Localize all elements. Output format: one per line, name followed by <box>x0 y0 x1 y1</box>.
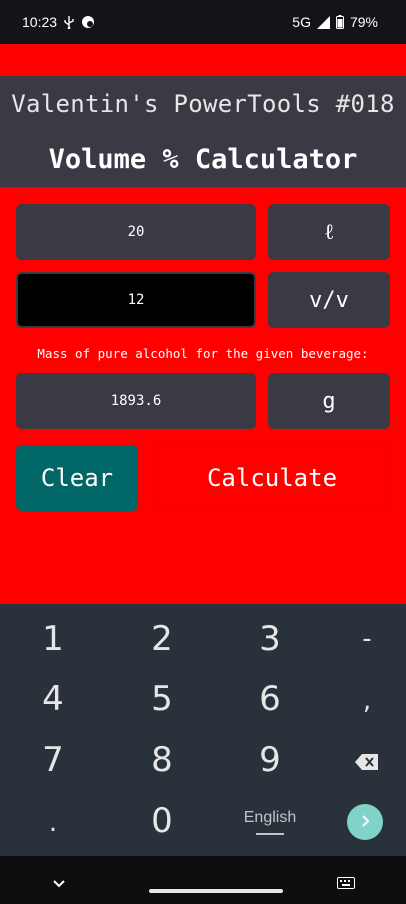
key-minus[interactable]: - <box>338 614 396 664</box>
chevron-right-icon <box>358 813 372 832</box>
key-2[interactable]: 2 <box>133 614 191 664</box>
chevron-down-icon <box>52 874 66 893</box>
language-switch-key[interactable]: English <box>225 800 315 844</box>
network-type: 5G <box>292 14 311 30</box>
key-3[interactable]: 3 <box>241 614 299 664</box>
usb-icon <box>63 15 75 29</box>
result-output: 1893.6 <box>16 373 256 429</box>
key-6[interactable]: 6 <box>241 674 299 724</box>
navigation-bar <box>0 856 406 904</box>
result-unit-button[interactable]: g <box>268 373 390 429</box>
percent-unit-label: v/v <box>309 287 349 313</box>
clear-button[interactable]: Clear <box>16 445 138 511</box>
key-9[interactable]: 9 <box>241 735 299 785</box>
key-comma[interactable]: , <box>338 676 396 726</box>
result-description: Mass of pure alcohol for the given bever… <box>37 346 369 361</box>
key-8[interactable]: 8 <box>133 735 191 785</box>
volume-value: 20 <box>127 224 145 240</box>
app-header: Valentin's PowerTools #018 Volume % Calc… <box>0 76 406 187</box>
keyboard-icon <box>337 874 355 893</box>
hide-keyboard-button[interactable] <box>52 874 66 893</box>
language-label: English <box>243 809 297 826</box>
battery-icon <box>335 15 344 29</box>
result-unit-label: g <box>322 388 336 414</box>
numeric-keyboard: 1 2 3 - 4 5 6 , 7 8 9 . 0 English <box>0 604 406 856</box>
key-1[interactable]: 1 <box>24 614 82 664</box>
signal-icon <box>316 15 330 29</box>
app-title: Valentin's PowerTools #018 <box>11 90 395 118</box>
gesture-handle[interactable] <box>149 889 283 893</box>
status-bar: 10:23 5G 79% <box>0 0 406 44</box>
volume-unit-button[interactable]: ℓ <box>268 204 390 260</box>
keyboard-switch-button[interactable] <box>337 874 355 893</box>
key-4[interactable]: 4 <box>24 674 82 724</box>
key-5[interactable]: 5 <box>133 674 191 724</box>
go-button[interactable] <box>347 804 383 840</box>
language-underline <box>256 833 284 835</box>
clock: 10:23 <box>22 14 58 30</box>
notification-app-icon <box>81 15 95 29</box>
backspace-key[interactable] <box>338 735 396 785</box>
volume-unit-label: ℓ <box>323 220 335 245</box>
backspace-icon <box>354 740 380 780</box>
battery-percent: 79% <box>349 14 378 30</box>
percent-value: 12 <box>127 292 145 308</box>
percent-input[interactable]: 12 <box>16 272 256 328</box>
key-0[interactable]: 0 <box>133 796 191 846</box>
key-7[interactable]: 7 <box>24 735 82 785</box>
volume-input[interactable]: 20 <box>16 204 256 260</box>
page-title: Volume % Calculator <box>48 144 358 175</box>
result-value: 1893.6 <box>110 393 162 409</box>
key-period[interactable]: . <box>24 798 82 848</box>
calculate-button[interactable]: Calculate <box>154 445 390 511</box>
percent-unit-button[interactable]: v/v <box>268 272 390 328</box>
